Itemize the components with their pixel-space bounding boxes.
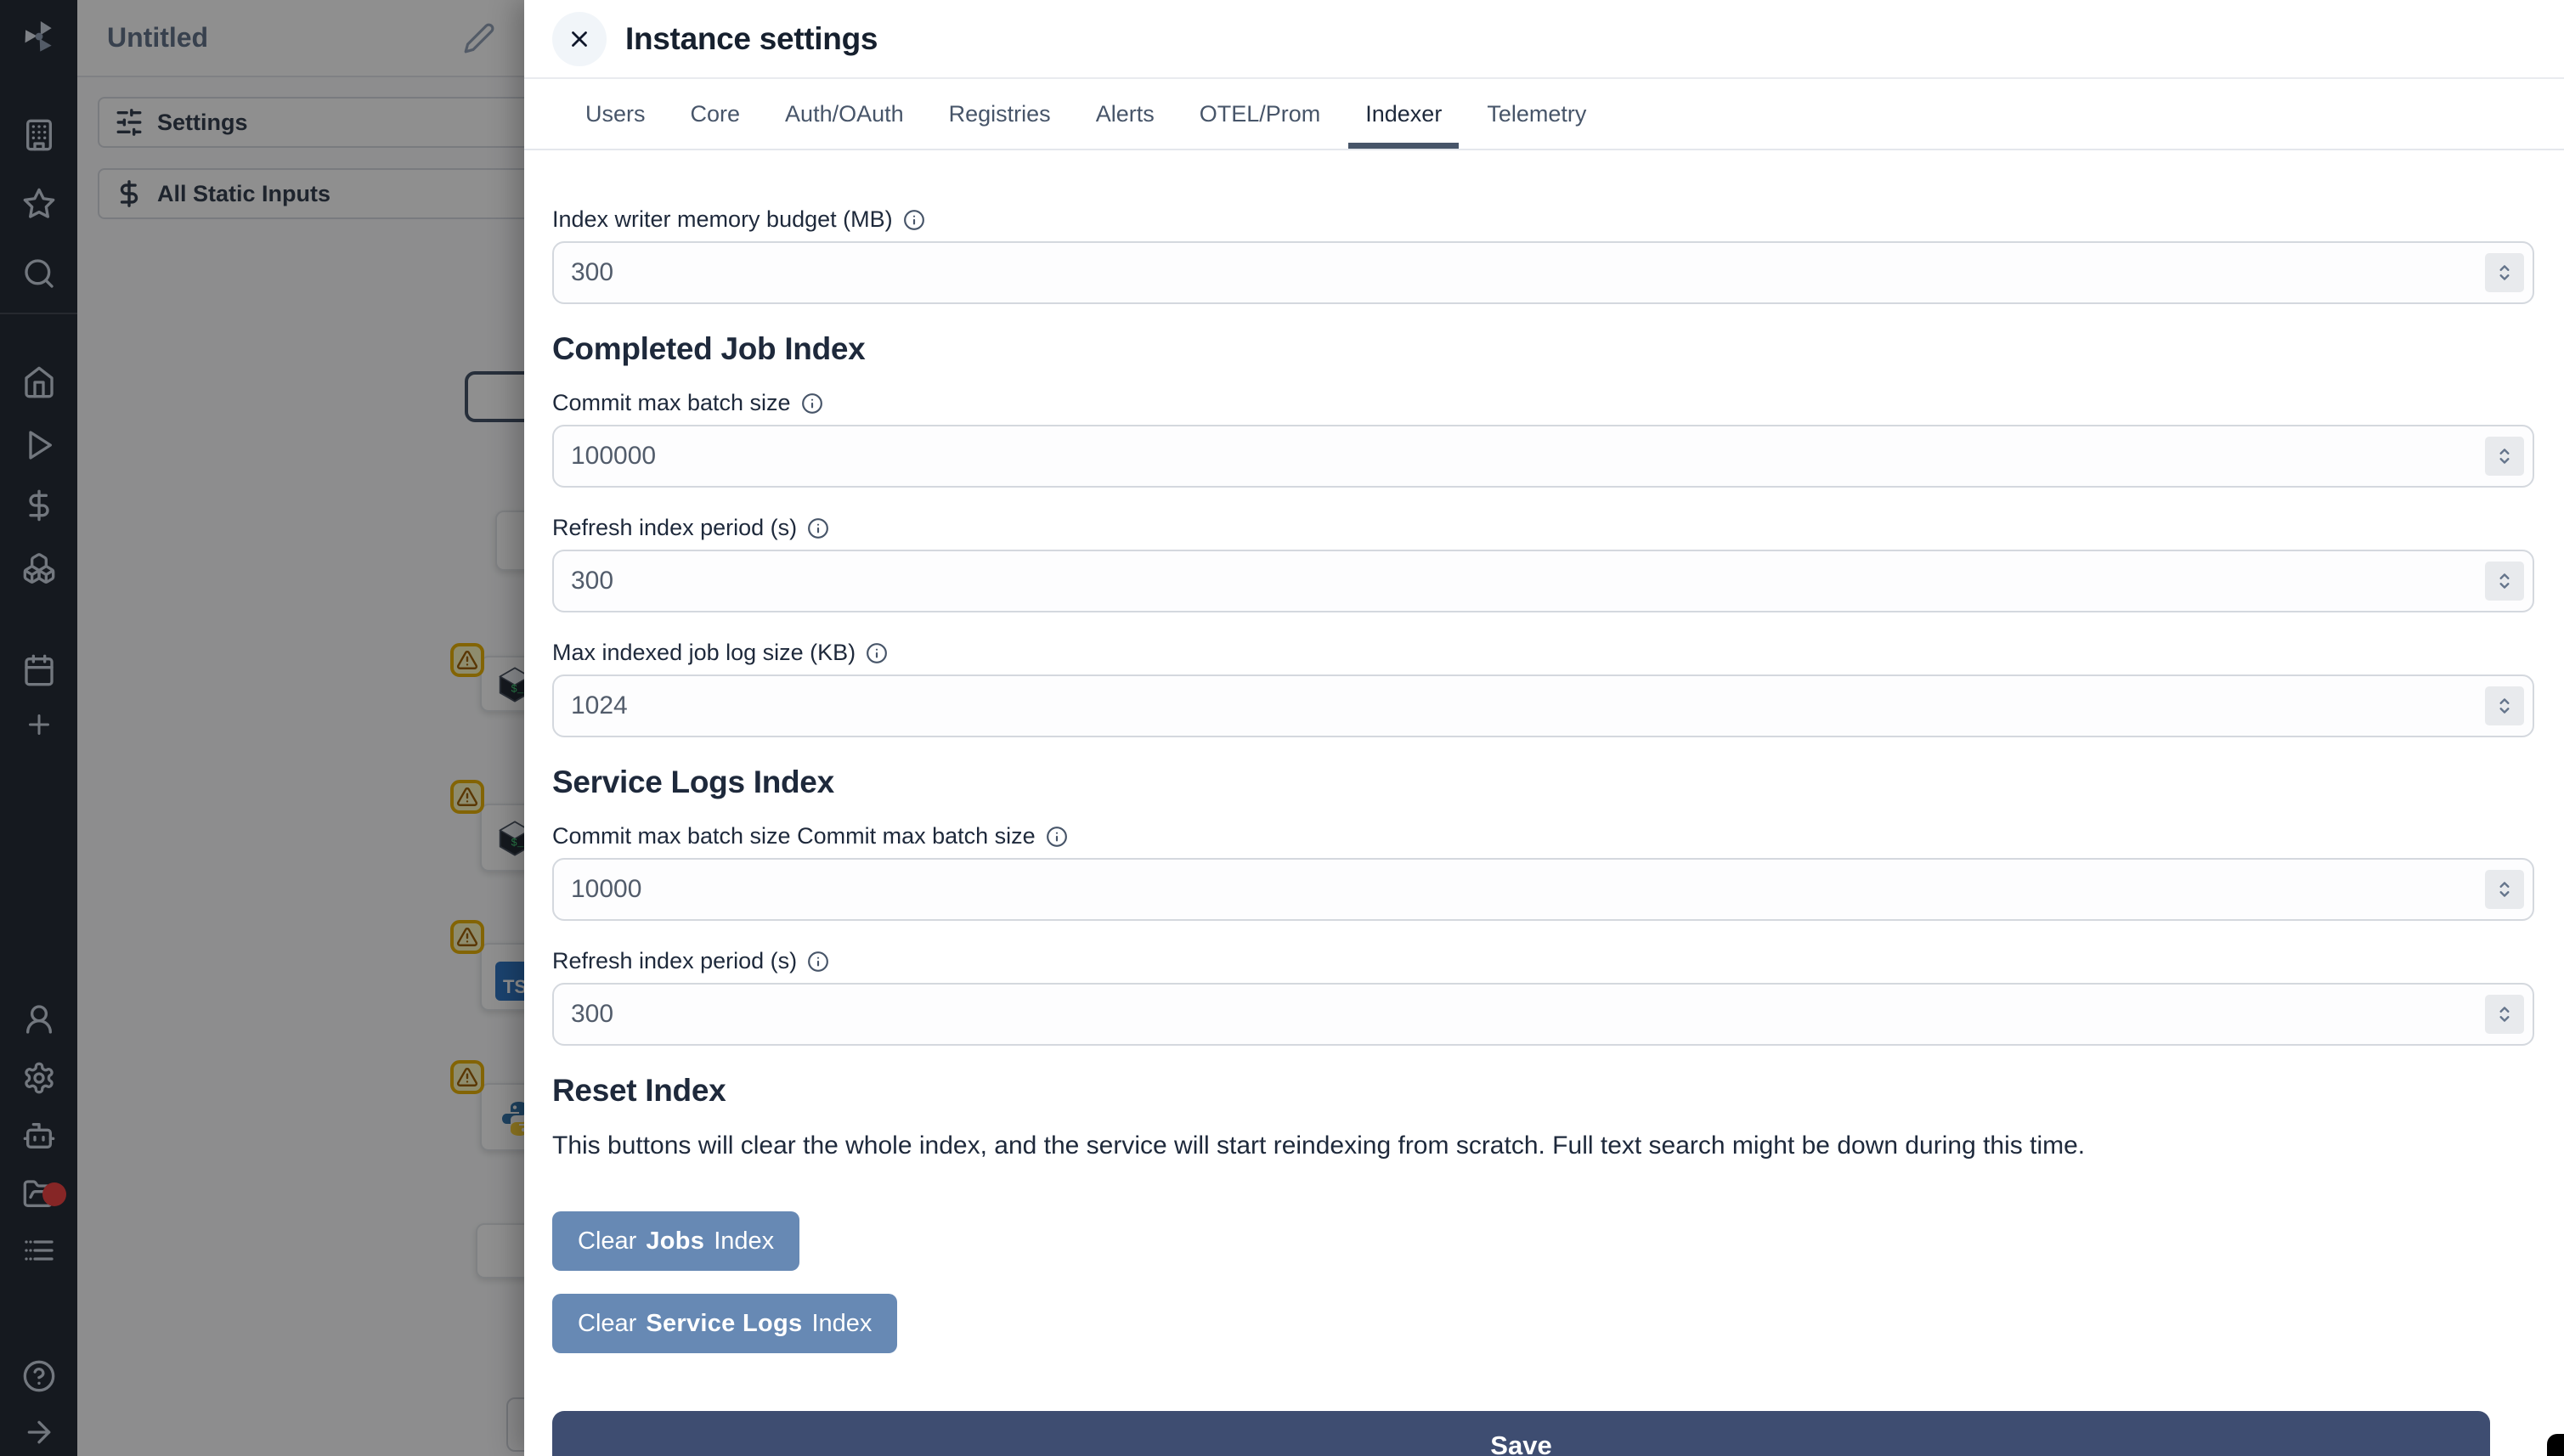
button-text-emph: Service Logs (646, 1309, 803, 1337)
reset-index-description: This buttons will clear the whole index,… (552, 1132, 2086, 1160)
field-max-indexed-job-log-size: Max indexed job log size (KB) (552, 640, 2534, 737)
field-label: Max indexed job log size (KB) (552, 640, 856, 665)
clear-jobs-index-button[interactable]: Clear Jobs Index (552, 1211, 800, 1271)
button-text: Clear (578, 1227, 637, 1255)
number-stepper[interactable] (2485, 562, 2524, 601)
close-button[interactable] (552, 11, 607, 66)
modal-title: Instance settings (625, 20, 878, 56)
max-indexed-job-log-size-input[interactable] (552, 674, 2534, 737)
modal-header: Instance settings (524, 0, 2564, 79)
info-icon[interactable] (807, 517, 829, 539)
field-index-writer-memory: Index writer memory budget (MB) (552, 206, 2534, 304)
save-button[interactable]: Save (552, 1411, 2490, 1456)
index-writer-memory-input[interactable] (552, 241, 2534, 304)
corner-widget[interactable] (2547, 1434, 2564, 1456)
modal-overlay[interactable] (0, 0, 524, 1456)
tab-registries[interactable]: Registries (932, 79, 1068, 149)
section-service-logs-index: Service Logs Index (552, 765, 834, 799)
field-label: Refresh index period (s) (552, 948, 798, 973)
service-commit-max-batch-size-input[interactable] (552, 858, 2534, 921)
button-text: Index (811, 1309, 873, 1337)
clear-service-logs-index-button[interactable]: Clear Service Logs Index (552, 1294, 898, 1353)
field-label: Refresh index period (s) (552, 515, 798, 540)
field-service-commit-max-batch-size: Commit max batch size Commit max batch s… (552, 823, 2534, 921)
field-refresh-index-period: Refresh index period (s) (552, 515, 2534, 612)
number-stepper[interactable] (2485, 437, 2524, 476)
button-text: Index (714, 1227, 775, 1255)
tab-telemetry[interactable]: Telemetry (1470, 79, 1603, 149)
field-commit-max-batch-size: Commit max batch size (552, 390, 2534, 488)
field-label: Commit max batch size (552, 390, 791, 415)
info-icon[interactable] (801, 392, 823, 415)
tab-indexer[interactable]: Indexer (1348, 79, 1460, 149)
commit-max-batch-size-input[interactable] (552, 425, 2534, 488)
tab-core[interactable]: Core (674, 79, 758, 149)
button-text-emph: Jobs (646, 1227, 705, 1255)
field-label: Index writer memory budget (MB) (552, 206, 893, 232)
section-completed-job-index: Completed Job Index (552, 331, 866, 366)
section-reset-index: Reset Index (552, 1073, 726, 1108)
instance-settings-drawer: Instance settings Users Core Auth/OAuth … (524, 0, 2564, 1456)
number-stepper[interactable] (2485, 686, 2524, 725)
close-icon (567, 26, 592, 52)
info-icon[interactable] (1046, 826, 1068, 848)
tab-users[interactable]: Users (568, 79, 663, 149)
info-icon[interactable] (866, 642, 888, 664)
settings-tabs: Users Core Auth/OAuth Registries Alerts … (524, 79, 2564, 150)
refresh-index-period-input[interactable] (552, 550, 2534, 612)
info-icon[interactable] (807, 951, 829, 973)
tab-otel-prom[interactable]: OTEL/Prom (1183, 79, 1338, 149)
tab-alerts[interactable]: Alerts (1079, 79, 1172, 149)
tab-auth-oauth[interactable]: Auth/OAuth (768, 79, 921, 149)
field-label: Commit max batch size Commit max batch s… (552, 823, 1036, 849)
number-stepper[interactable] (2485, 870, 2524, 909)
service-refresh-index-period-input[interactable] (552, 983, 2534, 1046)
info-icon[interactable] (903, 209, 925, 231)
button-text: Clear (578, 1309, 637, 1337)
field-service-refresh-index-period: Refresh index period (s) (552, 948, 2534, 1046)
number-stepper[interactable] (2485, 995, 2524, 1034)
indexer-settings-form: Index writer memory budget (MB) Complete… (524, 150, 2564, 1456)
number-stepper[interactable] (2485, 253, 2524, 292)
